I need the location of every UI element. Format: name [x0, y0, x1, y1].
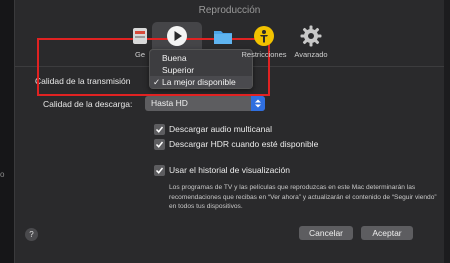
- tab-restrictions[interactable]: Restricciones: [239, 24, 289, 59]
- menu-item-buena[interactable]: Buena: [150, 52, 252, 64]
- restrictions-icon: [254, 26, 274, 46]
- folder-icon: [214, 31, 232, 44]
- download-quality-value: Hasta HD: [151, 98, 188, 108]
- checkbox-label: Descargar HDR cuando esté disponible: [169, 139, 319, 149]
- menu-item-superior[interactable]: Superior: [150, 64, 252, 76]
- gear-icon: [300, 25, 322, 47]
- checkbox-box[interactable]: [154, 124, 165, 135]
- check-icon: [155, 126, 164, 133]
- tab-label: Restricciones: [241, 50, 287, 59]
- checkbox-box[interactable]: [154, 139, 165, 150]
- download-quality-select[interactable]: Hasta HD: [145, 96, 265, 111]
- checkmark-icon: ✓: [153, 77, 161, 87]
- accept-button[interactable]: Aceptar: [361, 226, 413, 240]
- checkbox-box[interactable]: [154, 165, 165, 176]
- check-icon: [155, 141, 164, 148]
- checkbox-label: Usar el historial de visualización: [169, 165, 290, 175]
- viewing-history-description: Los programas de TV y las películas que …: [169, 184, 437, 210]
- tab-playback[interactable]: [152, 22, 202, 58]
- download-quality-label: Calidad de la descarga:: [43, 99, 133, 109]
- streaming-quality-label: Calidad de la transmisión: [35, 76, 131, 86]
- check-icon: [155, 167, 164, 174]
- tab-label: Avanzado: [294, 50, 328, 59]
- tab-label: Ge: [134, 50, 145, 59]
- cancel-button[interactable]: Cancelar: [299, 226, 353, 240]
- tab-advanced[interactable]: Avanzado: [286, 24, 336, 59]
- menu-item-la-mejor-disponible[interactable]: ✓ La mejor disponible: [150, 76, 252, 88]
- background-window-edge: o: [0, 0, 14, 263]
- preferences-window: Reproducción Ge Restricciones Avanzado C…: [14, 0, 444, 263]
- checkbox-label: Descargar audio multicanal: [169, 124, 272, 134]
- select-arrows-icon: [251, 96, 265, 111]
- play-icon: [167, 26, 187, 46]
- background-fragment: o: [0, 170, 5, 179]
- help-button[interactable]: ?: [25, 228, 38, 241]
- window-title: Reproducción: [198, 5, 261, 16]
- general-icon: [133, 28, 147, 44]
